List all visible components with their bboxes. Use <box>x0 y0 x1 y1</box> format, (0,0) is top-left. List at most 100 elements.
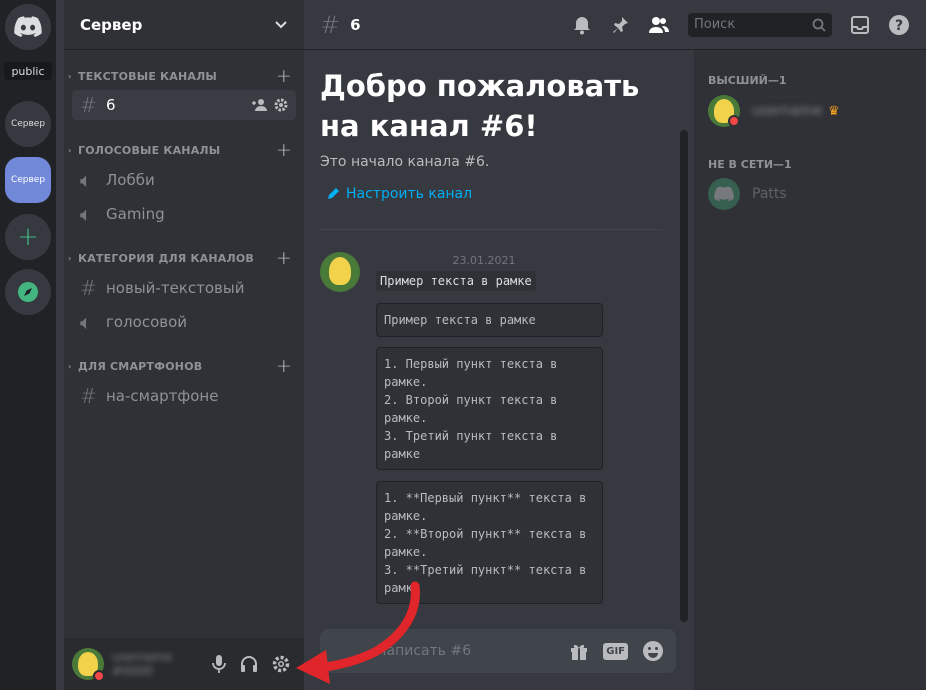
chevron-right-icon: › <box>68 71 72 81</box>
user-names: username #0000 <box>112 650 212 678</box>
category-smartphones[interactable]: › ДЛЯ СМАРТФОНОВ + <box>68 357 292 376</box>
role-category-top: ВЫСШИЙ—1 <box>708 74 787 87</box>
username: username <box>112 650 172 664</box>
channel-label: Gaming <box>106 205 165 223</box>
add-channel-icon[interactable]: + <box>276 67 292 86</box>
channel-new-text[interactable]: # новый-текстовый <box>72 273 296 303</box>
channel-label: Лобби <box>106 171 155 189</box>
chevron-right-icon: › <box>68 145 72 155</box>
configure-label: Настроить канал <box>346 186 473 202</box>
gift-icon[interactable] <box>569 641 589 661</box>
speaker-icon: 🔈︎ <box>80 310 92 334</box>
category-label: КАТЕГОРИЯ ДЛЯ КАНАЛОВ <box>78 251 254 265</box>
search-icon <box>812 18 826 32</box>
hash-icon: # <box>320 10 341 39</box>
server-icon-1[interactable]: Сервер <box>5 101 51 147</box>
hash-icon: # <box>80 384 97 408</box>
configure-channel-link[interactable]: Настроить канал <box>326 186 472 202</box>
category-label: ТЕКСТОВЫЕ КАНАЛЫ <box>78 69 218 83</box>
add-channel-icon[interactable]: + <box>276 357 292 376</box>
channel-label: новый-текстовый <box>106 279 245 297</box>
server-header[interactable]: Сервер <box>64 0 304 50</box>
discord-logo-icon <box>14 16 42 37</box>
microphone-icon[interactable] <box>212 655 226 673</box>
category-label: ГОЛОСОВЫЕ КАНАЛЫ <box>78 143 221 157</box>
code-block-3: 1. **Первый пункт** текста в рамке. 2. *… <box>376 481 603 604</box>
chevron-right-icon: › <box>68 361 72 371</box>
server-icon-active[interactable]: Сервер <box>5 157 51 203</box>
svg-text:?: ? <box>895 18 903 34</box>
user-tag: #0000 <box>112 664 153 678</box>
message-date: 23.01.2021 <box>452 254 516 267</box>
settings-gear-icon[interactable] <box>272 655 290 673</box>
divider <box>320 229 662 230</box>
channel-sidebar: Сервер › ТЕКСТОВЫЕ КАНАЛЫ + # 6 › ГОЛОСО… <box>64 0 304 690</box>
add-channel-icon[interactable]: + <box>276 141 292 160</box>
gif-icon[interactable]: GIF <box>603 642 628 660</box>
speaker-icon: 🔈︎ <box>80 202 92 226</box>
discord-logo-icon <box>714 186 734 202</box>
member-item-offline[interactable]: Patts <box>708 174 918 214</box>
inline-code: Пример текста в рамке <box>376 271 536 291</box>
search-input[interactable]: Поиск <box>688 12 832 37</box>
message-avatar[interactable] <box>320 252 360 292</box>
help-icon[interactable]: ? <box>888 14 910 36</box>
hash-icon: # <box>80 93 97 117</box>
plus-icon: + <box>17 222 39 252</box>
category-channels[interactable]: › КАТЕГОРИЯ ДЛЯ КАНАЛОВ + <box>68 249 292 268</box>
dnd-status-icon <box>93 670 105 682</box>
explore-servers-button[interactable] <box>5 269 51 315</box>
members-icon[interactable] <box>648 15 670 35</box>
scrollbar[interactable] <box>680 130 688 622</box>
chevron-right-icon: › <box>68 253 72 263</box>
category-text-channels[interactable]: › ТЕКСТОВЫЕ КАНАЛЫ + <box>68 67 292 86</box>
bell-icon[interactable] <box>572 15 592 35</box>
hash-icon: # <box>80 276 97 300</box>
headphones-icon[interactable] <box>240 655 258 673</box>
message-composer[interactable]: Написать #6 GIF <box>320 629 676 673</box>
channel-label: голосовой <box>106 313 188 331</box>
channel-lobby[interactable]: 🔈︎ Лобби <box>72 165 296 195</box>
member-name: username <box>752 103 822 119</box>
crown-icon: ♛ <box>828 103 840 119</box>
add-server-button[interactable]: + <box>5 214 51 260</box>
member-list: ВЫСШИЙ—1 username ♛ НЕ В СЕТИ—1 Patts <box>694 50 926 690</box>
code-block-1: Пример текста в рамке <box>376 303 603 337</box>
category-label: ДЛЯ СМАРТФОНОВ <box>78 359 203 373</box>
channel-label: 6 <box>106 96 116 114</box>
channel-smartphone[interactable]: # на-смартфоне <box>72 381 296 411</box>
server-rail: public Сервер Сервер + <box>0 0 56 690</box>
member-name: Patts <box>752 186 787 202</box>
pencil-icon <box>328 188 339 199</box>
chevron-down-icon <box>275 20 287 28</box>
member-avatar <box>708 178 740 210</box>
gear-icon[interactable] <box>274 98 288 112</box>
pin-icon[interactable] <box>610 15 630 35</box>
channel-voice[interactable]: 🔈︎ голосовой <box>72 307 296 337</box>
role-category-offline: НЕ В СЕТИ—1 <box>708 158 792 171</box>
compass-icon <box>18 282 38 302</box>
emoji-icon[interactable] <box>642 640 664 662</box>
code-block-2: 1. Первый пункт текста в рамке. 2. Второ… <box>376 347 603 470</box>
invite-member-icon[interactable] <box>252 98 268 112</box>
inbox-icon[interactable] <box>850 15 870 35</box>
channel-6[interactable]: # 6 <box>72 90 296 120</box>
channel-label: на-смартфоне <box>106 387 219 405</box>
member-item[interactable]: username ♛ <box>708 91 918 131</box>
gif-label: GIF <box>603 642 628 660</box>
category-voice-channels[interactable]: › ГОЛОСОВЫЕ КАНАЛЫ + <box>68 141 292 160</box>
welcome-title: Добро пожаловать на канал #6! <box>320 69 640 143</box>
discord-home-button[interactable] <box>5 4 51 50</box>
user-panel: username #0000 <box>64 638 304 690</box>
server-tooltip: public <box>4 62 52 80</box>
server-name: Сервер <box>80 15 143 34</box>
channel-title: 6 <box>350 15 361 34</box>
channel-gaming[interactable]: 🔈︎ Gaming <box>72 199 296 229</box>
welcome-subtitle: Это начало канала #6. <box>320 154 490 170</box>
composer-placeholder: Написать #6 <box>376 643 472 659</box>
channel-header: # 6 Поиск ? <box>304 0 926 50</box>
search-placeholder: Поиск <box>694 17 736 32</box>
dnd-status-icon <box>728 115 740 127</box>
speaker-icon: 🔈︎ <box>80 168 92 192</box>
add-channel-icon[interactable]: + <box>276 249 292 268</box>
